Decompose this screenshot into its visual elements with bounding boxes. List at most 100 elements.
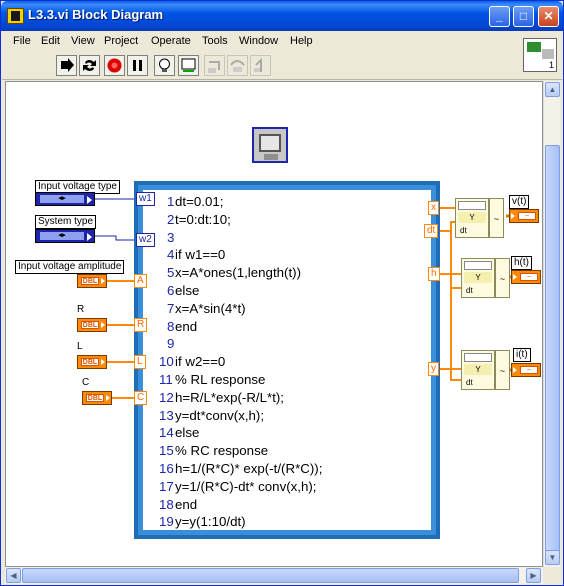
maximize-button[interactable]: □ [513, 6, 534, 27]
menu-window[interactable]: Window [239, 35, 278, 47]
menu-tools[interactable]: Tools [202, 35, 228, 47]
line-number: 12 [159, 389, 174, 405]
abort-icon[interactable] [104, 55, 125, 76]
line-code: y=y(1:10/dt) [175, 514, 246, 530]
label-system-type: System type [35, 215, 97, 229]
line-code: else [175, 425, 200, 441]
code-line: 12h=R/L*exp(-R/L*t); [159, 389, 322, 407]
code-line: 11% RL response [159, 371, 322, 389]
r-control[interactable]: DBL [77, 318, 107, 332]
menu-edit[interactable]: Edit [41, 35, 60, 47]
build-input-dt: dt [466, 286, 473, 295]
menu-operate[interactable]: Operate [151, 35, 191, 47]
output-terminal-dt[interactable]: dt [424, 224, 439, 238]
horizontal-scroll-thumb[interactable] [22, 568, 519, 583]
output-terminal-x[interactable]: x [428, 201, 439, 215]
scroll-down-icon[interactable]: ▼ [545, 550, 560, 565]
mathscript-node[interactable]: 1dt=0.01; 2t=0:dt:10; 3 4if w1==0 5x=A*ones(… [134, 181, 440, 539]
build-input-y: Y [464, 272, 492, 283]
ring-value: ◂▸ [40, 195, 84, 203]
build-waveform-h[interactable]: Y dt [461, 258, 495, 298]
h-t-indicator[interactable]: ~ [511, 270, 541, 284]
minimize-button[interactable]: _ [489, 6, 510, 27]
line-code: end [175, 318, 198, 334]
label-input-voltage-amplitude: Input voltage amplitude [15, 260, 125, 274]
c-control[interactable]: DBL [82, 391, 112, 405]
window-title: L3.3.vi Block Diagram [28, 7, 164, 22]
i-t-indicator[interactable]: ~ [511, 363, 541, 377]
line-number: 5 [167, 265, 175, 281]
build-waveform-v[interactable]: Y dt [455, 198, 489, 238]
line-number: 13 [159, 407, 174, 423]
menu-project[interactable]: Project [104, 35, 138, 47]
waveform-glyph-icon: ~ [520, 366, 538, 374]
input-voltage-type-control[interactable]: ◂▸ [35, 192, 95, 206]
code-line: 1dt=0.01; [167, 193, 322, 211]
input-voltage-amplitude-control[interactable]: DBL [77, 274, 107, 288]
input-terminal-a[interactable]: A [134, 274, 147, 288]
waveform-glyph-icon [458, 201, 486, 210]
title-bar[interactable]: L3.3.vi Block Diagram _ □ ✕ [1, 1, 563, 31]
horizontal-scrollbar[interactable]: ◀ ▶ [5, 567, 543, 584]
line-number: 9 [167, 336, 175, 352]
code-line: 4if w1==0 [167, 246, 322, 264]
build-waveform-i[interactable]: Y dt [461, 350, 495, 390]
menu-view[interactable]: View [71, 35, 95, 47]
build-input-dt: dt [466, 378, 473, 387]
line-number: 15 [159, 443, 174, 459]
line-code: x=A*ones(1,length(t)) [175, 265, 302, 281]
l-control[interactable]: DBL [77, 355, 107, 369]
code-line: 19y=y(1:10/dt) [159, 513, 322, 531]
scroll-right-icon[interactable]: ▶ [526, 568, 541, 583]
block-diagram-canvas[interactable]: Input voltage type ◂▸ System type ◂▸ Inp… [5, 81, 543, 567]
build-input-y: Y [458, 212, 486, 223]
vi-icon[interactable]: 1 [523, 38, 557, 72]
label-c: C [82, 377, 90, 389]
input-terminal-l[interactable]: L [134, 355, 146, 369]
input-terminal-r[interactable]: R [134, 318, 148, 332]
code-line: 3 [167, 229, 322, 247]
code-line: 9 [167, 335, 322, 353]
input-terminal-w2[interactable]: w2 [136, 233, 155, 247]
v-t-indicator[interactable]: ~ [509, 209, 539, 223]
labview-app-icon [7, 8, 24, 24]
line-code: if w2==0 [175, 354, 226, 370]
menu-help[interactable]: Help [290, 35, 313, 47]
scroll-left-icon[interactable]: ◀ [6, 568, 21, 583]
ring-value: ◂▸ [40, 232, 84, 240]
close-button[interactable]: ✕ [538, 6, 559, 27]
output-terminal-y[interactable]: y [428, 362, 439, 376]
system-type-control[interactable]: ◂▸ [35, 229, 95, 243]
step-out-icon[interactable] [250, 55, 271, 76]
scroll-up-icon[interactable]: ▲ [545, 82, 560, 97]
build-waveform-out-i: ~ [495, 350, 510, 390]
line-number: 18 [159, 496, 174, 512]
output-terminal-h[interactable]: h [428, 267, 440, 281]
line-code: end [175, 496, 198, 512]
code-line: 16h=1/(R*C)* exp(-t/(R*C)); [159, 460, 322, 478]
step-over-icon[interactable] [227, 55, 248, 76]
menu-file[interactable]: File [13, 35, 31, 47]
dtype-dbl: DBL [81, 358, 99, 366]
highlight-execution-icon[interactable] [154, 55, 175, 76]
run-arrow-icon[interactable] [56, 55, 77, 76]
dtype-dbl: DBL [86, 394, 104, 402]
input-terminal-c[interactable]: C [134, 391, 148, 405]
vertical-scroll-thumb[interactable] [545, 145, 560, 559]
dtype-dbl: DBL [81, 321, 99, 329]
front-panel-icon[interactable] [252, 127, 288, 163]
retain-wire-values-icon[interactable] [178, 55, 199, 76]
size-grip[interactable] [543, 567, 560, 584]
run-continuous-icon[interactable] [79, 55, 100, 76]
mathscript-code-area[interactable]: 1dt=0.01; 2t=0:dt:10; 3 4if w1==0 5x=A*ones(… [143, 190, 431, 530]
code-line: 17y=1/(R*C)-dt* conv(x,h); [159, 478, 322, 496]
step-into-icon[interactable] [204, 55, 225, 76]
label-l: L [77, 341, 83, 353]
line-number: 8 [167, 318, 175, 334]
line-number: 6 [167, 282, 175, 298]
vertical-scrollbar[interactable]: ▲ ▼ [543, 81, 560, 567]
pause-icon[interactable] [127, 55, 148, 76]
input-terminal-w1[interactable]: w1 [136, 192, 155, 206]
line-code: dt=0.01; [175, 194, 224, 209]
build-input-dt: dt [460, 226, 467, 235]
